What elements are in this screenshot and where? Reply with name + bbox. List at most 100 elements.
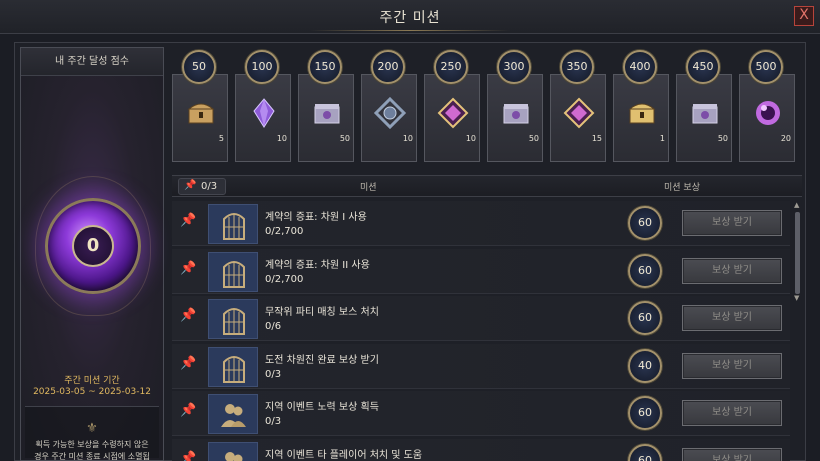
treasure-chest-icon	[185, 97, 217, 129]
reward-milestone[interactable]: 400 1	[611, 48, 671, 164]
mission-scrollbar[interactable]: ▲ ▼	[794, 201, 801, 303]
mission-points: 60	[628, 253, 662, 288]
silver-box-icon	[311, 97, 343, 129]
reward-milestones: 50 5 100 10 150 50 200 10 250 10 300 50 350 15 400 1 450…	[170, 48, 802, 166]
claim-reward-button[interactable]: 보상 받기	[682, 400, 782, 426]
claim-reward-button[interactable]: 보상 받기	[682, 352, 782, 379]
reward-slot[interactable]: 1	[613, 74, 669, 162]
score-orb-icon: 0	[45, 198, 141, 294]
pin-icon[interactable]: 📌	[180, 403, 196, 421]
reward-slot[interactable]: 50	[487, 74, 543, 162]
reward-milestone[interactable]: 50 5	[170, 48, 230, 164]
mission-progress: 0/2,700	[265, 273, 304, 285]
pink-gem-icon	[563, 97, 595, 129]
gate-icon	[208, 204, 258, 244]
mission-points: 60	[628, 301, 662, 335]
party-icon	[208, 394, 258, 434]
milestone-score: 150	[308, 50, 342, 84]
milestone-score: 450	[686, 50, 720, 84]
milestone-score: 250	[434, 50, 468, 84]
scroll-up-icon[interactable]: ▲	[794, 201, 799, 209]
scroll-thumb[interactable]	[795, 212, 800, 294]
claim-reward-button[interactable]: 보상 받기	[682, 210, 782, 236]
reward-milestone[interactable]: 150 50	[296, 48, 356, 164]
pin-count: 0/3	[201, 181, 218, 192]
mission-row: 📌 지역 이벤트 노력 보상 획득 0/3 60 보상 받기	[172, 391, 790, 436]
pink-gem-icon	[437, 97, 469, 129]
gate-icon	[208, 346, 258, 387]
notice-text: 획득 가능한 보상을 수령하지 않은 경우 주간 미션 종료 시점에 소멸됩니다…	[34, 440, 150, 461]
period-dates: 2025-03-05 ~ 2025-03-12	[33, 387, 151, 397]
pin-icon[interactable]: 📌	[180, 261, 196, 279]
purple-orb-icon	[752, 97, 784, 129]
reward-slot[interactable]: 10	[424, 74, 480, 162]
mission-progress: 0/3	[265, 416, 282, 427]
mission-title: 도전 차원진 완료 보상 받기	[265, 354, 379, 366]
mission-list-header: 📌 0/3 미션 미션 보상	[172, 175, 802, 197]
reward-column-header: 미션 보상	[664, 183, 700, 193]
pin-icon[interactable]: 📌	[180, 451, 196, 461]
reward-slot[interactable]: 10	[361, 74, 417, 162]
milestone-score: 200	[371, 50, 405, 84]
mission-row: 📌 무작위 파티 매칭 보스 처치 0/6 60 보상 받기	[172, 296, 790, 341]
golden-chest-icon	[626, 97, 658, 129]
claim-reward-button[interactable]: 보상 받기	[682, 447, 782, 461]
reward-slot[interactable]: 20	[739, 74, 795, 162]
reward-count: 15	[591, 134, 602, 143]
milestone-score: 500	[749, 50, 783, 84]
notice-box: ⚜ 획득 가능한 보상을 수령하지 않은 경우 주간 미션 종료 시점에 소멸됩…	[25, 406, 159, 461]
reward-count: 10	[276, 134, 287, 143]
reward-milestone[interactable]: 250 10	[422, 48, 482, 164]
claim-reward-button[interactable]: 보상 받기	[682, 257, 782, 284]
ornate-frame-icon	[373, 96, 407, 130]
reward-slot[interactable]: 10	[235, 74, 291, 162]
mission-title: 계약의 증표: 차원 II 사용	[265, 259, 370, 271]
score-value: 0	[72, 225, 114, 267]
reward-slot[interactable]: 50	[676, 74, 732, 162]
mission-title: 계약의 증표: 차원 I 사용	[265, 212, 367, 223]
mission-points: 60	[628, 396, 662, 430]
mission-row: 📌 지역 이벤트 타 플레이어 처치 및 도움 60 보상 받기	[172, 438, 790, 461]
milestone-score: 100	[245, 50, 279, 84]
reward-count: 50	[717, 134, 728, 143]
milestone-score: 50	[182, 50, 216, 84]
mission-points: 40	[628, 348, 662, 383]
pin-icon: 📌	[184, 180, 197, 191]
score-panel-title: 내 주간 달성 점수	[21, 48, 163, 76]
reward-slot[interactable]: 5	[172, 74, 228, 162]
period-label: 주간 미션 기간	[64, 376, 120, 386]
mission-list[interactable]: 📌 계약의 증표: 차원 I 사용 0/2,700 60 보상 받기 📌 계약의 증표: 차…	[172, 201, 792, 461]
reward-count: 50	[339, 134, 350, 143]
milestone-score: 400	[623, 50, 657, 84]
pin-icon[interactable]: 📌	[180, 213, 196, 231]
claim-reward-button[interactable]: 보상 받기	[682, 305, 782, 331]
gate-icon	[208, 251, 258, 292]
gate-icon	[208, 299, 258, 339]
reward-milestone[interactable]: 350 15	[548, 48, 608, 164]
title-ornament	[310, 30, 510, 31]
reward-count: 20	[780, 134, 791, 143]
close-button[interactable]: X	[794, 6, 814, 26]
mission-row: 📌 계약의 증표: 차원 I 사용 0/2,700 60 보상 받기	[172, 201, 790, 246]
pin-icon[interactable]: 📌	[180, 356, 196, 374]
mission-title: 지역 이벤트 노력 보상 획득	[265, 402, 379, 413]
reward-milestone[interactable]: 200 10	[359, 48, 419, 164]
scroll-down-icon[interactable]: ▼	[794, 294, 799, 302]
pin-icon[interactable]: 📌	[180, 308, 196, 326]
reward-slot[interactable]: 15	[550, 74, 606, 162]
reward-milestone[interactable]: 450 50	[674, 48, 734, 164]
reward-count: 10	[402, 134, 413, 143]
pin-summary: 📌 0/3	[178, 178, 226, 195]
reward-milestone[interactable]: 100 10	[233, 48, 293, 164]
weekly-score-panel: 내 주간 달성 점수 0 주간 미션 기간 2025-03-05 ~ 2025-…	[20, 47, 164, 461]
reward-milestone[interactable]: 300 50	[485, 48, 545, 164]
reward-milestone[interactable]: 500 20	[737, 48, 797, 164]
milestone-score: 300	[497, 50, 531, 84]
mission-title: 무작위 파티 매칭 보스 처치	[265, 307, 379, 318]
silver-box-icon	[689, 97, 721, 129]
mission-column-header: 미션	[360, 183, 377, 193]
silver-box-icon	[500, 97, 532, 129]
party-icon	[208, 441, 258, 461]
reward-slot[interactable]: 50	[298, 74, 354, 162]
reward-count: 50	[528, 134, 539, 143]
